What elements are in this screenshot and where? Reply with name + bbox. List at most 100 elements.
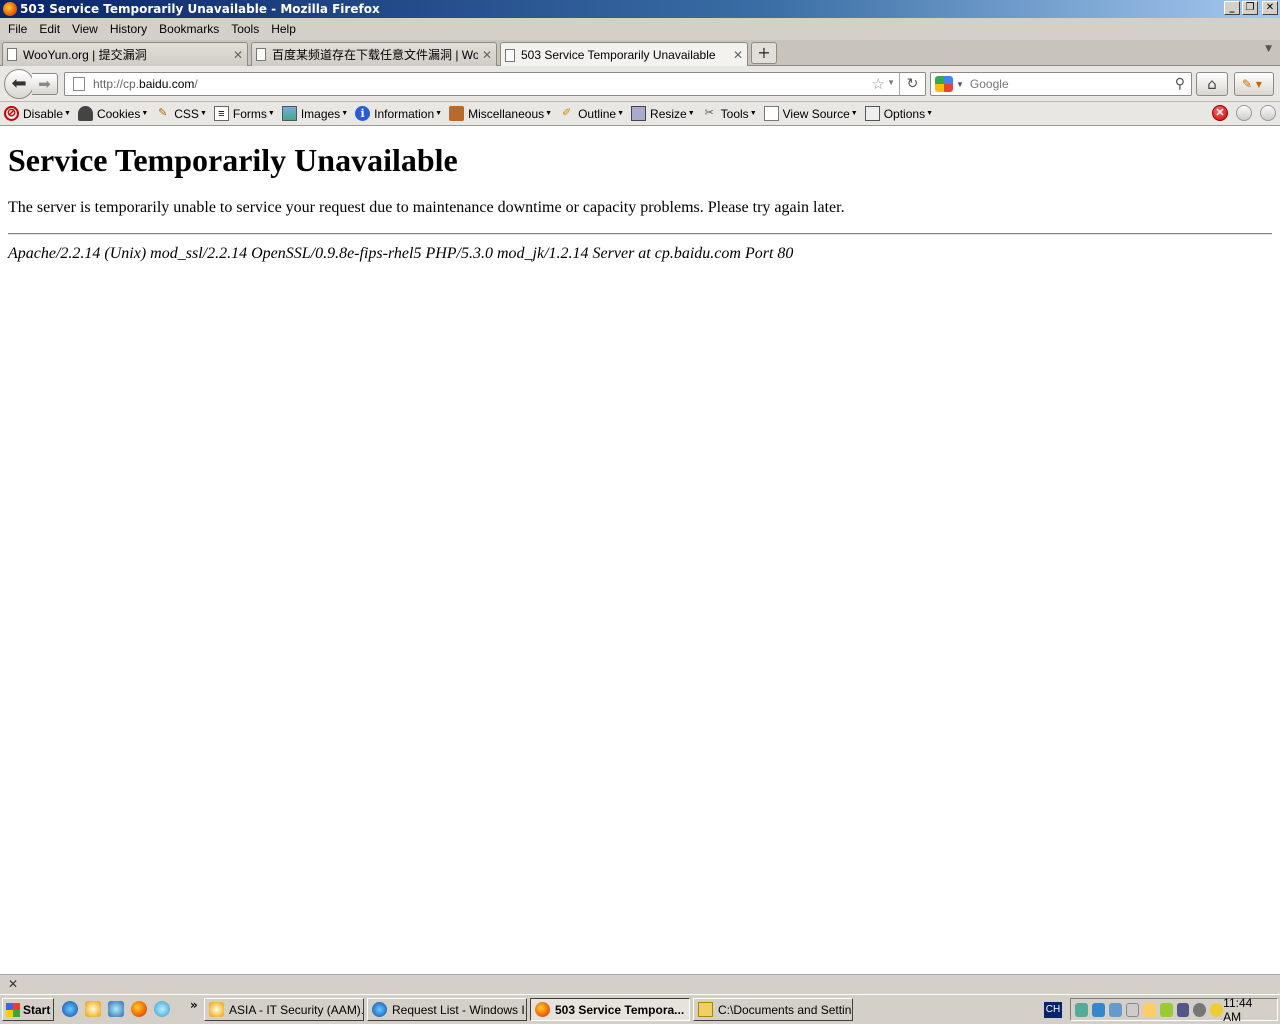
search-engine-dropdown-icon[interactable]: ▼ [956, 80, 964, 89]
warning-status-icon[interactable] [1236, 105, 1252, 121]
error-status-icon[interactable]: ✕ [1212, 105, 1228, 121]
tab-wooyun[interactable]: WooYun.org | 提交漏洞 ✕ [2, 42, 248, 66]
information-icon: i [355, 106, 371, 121]
menu-help[interactable]: Help [265, 22, 302, 36]
tool-tray-icon[interactable] [1091, 1002, 1105, 1017]
google-engine-icon[interactable] [935, 76, 953, 92]
images-icon [281, 106, 297, 121]
resize-icon [631, 106, 647, 121]
disable-menu[interactable]: ⊘ Disable ▼ [4, 106, 71, 121]
miscellaneous-menu[interactable]: Miscellaneous ▼ [449, 106, 552, 121]
menu-history[interactable]: History [104, 22, 153, 36]
outlook-icon [209, 1002, 224, 1017]
images-menu[interactable]: Images ▼ [281, 106, 348, 121]
task-asia-it-security[interactable]: ASIA - IT Security (AAM)... [204, 998, 364, 1021]
cookie-icon [77, 106, 93, 121]
tab-baidu-vuln[interactable]: 百度某频道存在下载任意文件漏洞 | Woo... ✕ [251, 42, 497, 66]
forward-button[interactable]: ➡ [32, 73, 58, 95]
tab-label: 百度某频道存在下载任意文件漏洞 | Woo... [272, 48, 478, 62]
search-bar[interactable]: ▼ Google ⚲ [930, 72, 1192, 96]
tab-503-active[interactable]: 503 Service Temporarily Unavailable ✕ [500, 42, 748, 67]
language-indicator[interactable]: CH [1044, 1002, 1062, 1018]
reload-button[interactable]: ↻ [899, 73, 925, 95]
menu-tools[interactable]: Tools [225, 22, 265, 36]
css-menu[interactable]: ✎ CSS ▼ [155, 106, 207, 121]
resize-menu[interactable]: Resize ▼ [631, 106, 695, 121]
windows-logo-icon [6, 1002, 20, 1017]
navigation-toolbar: ⬅ ➡ http://cp.baidu.com/ ☆ ▼ ↻ ▼ Google … [0, 66, 1280, 102]
close-find-bar-icon[interactable]: ✕ [8, 977, 18, 991]
network-tray-icon[interactable] [1075, 1002, 1088, 1017]
outlook-quicklaunch-icon[interactable] [85, 1001, 101, 1017]
back-button[interactable]: ⬅ [4, 69, 34, 99]
close-tab-icon[interactable]: ✕ [233, 48, 243, 62]
options-menu[interactable]: Options ▼ [864, 106, 933, 121]
firefox-icon [535, 1002, 550, 1017]
firefox-quicklaunch-icon[interactable] [131, 1001, 147, 1017]
communicator-quicklaunch-icon[interactable] [154, 1001, 170, 1017]
view-source-icon [763, 106, 779, 121]
ie-alt-quicklaunch-icon[interactable] [108, 1001, 124, 1017]
cookies-menu[interactable]: Cookies ▼ [77, 106, 148, 121]
page-icon [7, 48, 17, 61]
outlook-tray-icon[interactable] [1142, 1002, 1156, 1017]
tab-list-icon[interactable]: ▼ [1265, 44, 1272, 54]
page-icon [256, 48, 266, 61]
close-tab-icon[interactable]: ✕ [482, 48, 492, 62]
firefox-logo-icon [3, 2, 17, 16]
info-status-icon[interactable] [1260, 105, 1276, 121]
maximize-button[interactable]: ❐ [1242, 1, 1258, 15]
menu-edit[interactable]: Edit [33, 22, 66, 36]
display-tray-icon[interactable] [1125, 1002, 1139, 1017]
menu-bar: File Edit View History Bookmarks Tools H… [0, 18, 1280, 40]
information-menu[interactable]: i Information ▼ [355, 106, 442, 121]
quicklaunch-more-icon[interactable]: » [190, 998, 198, 1012]
monitor-tray-icon[interactable] [1176, 1002, 1190, 1017]
tab-label: 503 Service Temporarily Unavailable [521, 48, 716, 62]
search-magnifier-icon[interactable]: ⚲ [1175, 75, 1185, 92]
volume-tray-icon[interactable] [1193, 1002, 1207, 1017]
update-tray-icon[interactable] [1210, 1002, 1224, 1017]
menu-view[interactable]: View [66, 22, 104, 36]
url-text[interactable]: http://cp.baidu.com/ [93, 77, 198, 91]
error-message: The server is temporarily unable to serv… [8, 199, 845, 216]
close-tab-icon[interactable]: ✕ [733, 48, 743, 62]
home-button[interactable]: ⌂ [1196, 72, 1228, 96]
menu-file[interactable]: File [2, 22, 33, 36]
addon-button[interactable]: ✎ ▾ [1234, 72, 1274, 96]
tools-menu[interactable]: ✂ Tools ▼ [702, 106, 757, 121]
url-history-dropdown-icon[interactable]: ▼ [887, 78, 895, 87]
url-bar[interactable]: http://cp.baidu.com/ ☆ ▼ ↻ [64, 72, 926, 96]
page-icon [505, 48, 515, 62]
shield-tray-icon[interactable] [1159, 1002, 1173, 1017]
new-tab-button[interactable]: + [751, 42, 777, 64]
clock[interactable]: 11:44 AM [1223, 996, 1269, 1024]
ie-quicklaunch-icon[interactable] [62, 1001, 78, 1017]
task-explorer-documents[interactable]: C:\Documents and Settin... [693, 998, 853, 1021]
search-tray-icon[interactable] [1108, 1002, 1122, 1017]
tab-label: WooYun.org | 提交漏洞 [23, 48, 147, 62]
outline-menu[interactable]: ✐ Outline ▼ [559, 106, 624, 121]
minimize-button[interactable]: _ [1224, 1, 1240, 15]
tools-icon: ✂ [704, 107, 714, 119]
start-button[interactable]: Start [2, 998, 54, 1021]
tab-strip: WooYun.org | 提交漏洞 ✕ 百度某频道存在下载任意文件漏洞 | Wo… [0, 40, 1280, 67]
find-bar: ✕ [0, 974, 1280, 994]
view-source-menu[interactable]: View Source ▼ [763, 106, 858, 121]
window-title: 503 Service Temporarily Unavailable - Mo… [20, 2, 380, 16]
bookmark-star-icon[interactable]: ☆ [872, 75, 885, 93]
page-title: Service Temporarily Unavailable [8, 142, 458, 178]
close-window-button[interactable]: ✕ [1262, 1, 1278, 15]
task-firefox-503[interactable]: 503 Service Tempora... [530, 998, 690, 1021]
window-title-bar[interactable]: 503 Service Temporarily Unavailable - Mo… [0, 0, 1280, 18]
options-icon [864, 106, 880, 121]
task-request-list[interactable]: Request List - Windows I... [367, 998, 527, 1021]
forms-menu[interactable]: ≡ Forms ▼ [213, 106, 275, 121]
site-identity-icon[interactable] [73, 77, 85, 91]
css-icon: ✎ [158, 107, 168, 119]
forms-icon: ≡ [213, 106, 229, 121]
outline-icon: ✐ [561, 107, 572, 119]
page-content: Service Temporarily Unavailable The serv… [0, 126, 1280, 974]
menu-bookmarks[interactable]: Bookmarks [153, 22, 225, 36]
search-input[interactable]: Google [970, 77, 1009, 91]
